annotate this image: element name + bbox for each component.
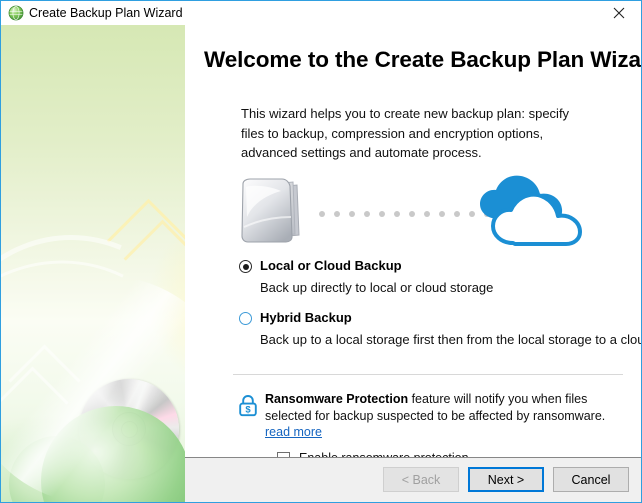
wizard-window: Create Backup Plan Wizard Welcome to the… bbox=[0, 0, 642, 503]
dot bbox=[394, 211, 400, 217]
ransomware-description: Ransomware Protection feature will notif… bbox=[265, 391, 633, 441]
wizard-banner-image bbox=[1, 25, 185, 502]
window-title: Create Backup Plan Wizard bbox=[29, 6, 183, 20]
option-description: Back up to a local storage first then fr… bbox=[260, 332, 642, 347]
option-label: Local or Cloud Backup bbox=[260, 258, 402, 273]
backup-type-options: Local or Cloud Backup Back up directly t… bbox=[239, 258, 642, 347]
dot bbox=[364, 211, 370, 217]
page-title: Welcome to the Create Backup Plan Wizard bbox=[204, 47, 642, 72]
wizard-footer: < Back Next > Cancel bbox=[185, 457, 641, 502]
dot bbox=[349, 211, 355, 217]
wizard-content: Welcome to the Create Backup Plan Wizard… bbox=[185, 25, 642, 465]
cloud-icon bbox=[475, 173, 583, 252]
folder-icon bbox=[237, 177, 313, 252]
option-hybrid-backup[interactable]: Hybrid Backup bbox=[239, 310, 639, 328]
cancel-button[interactable]: Cancel bbox=[553, 467, 629, 492]
radio-hybrid-backup[interactable] bbox=[239, 312, 252, 325]
option-description: Back up directly to local or cloud stora… bbox=[260, 280, 494, 295]
close-icon[interactable] bbox=[596, 1, 641, 25]
dot bbox=[454, 211, 460, 217]
ransomware-protection-section: $ Ransomware Protection feature will not… bbox=[237, 391, 633, 465]
dot bbox=[409, 211, 415, 217]
backup-flow-illustration bbox=[237, 173, 583, 251]
section-divider bbox=[233, 374, 623, 375]
option-local-or-cloud-backup[interactable]: Local or Cloud Backup bbox=[239, 258, 639, 276]
svg-text:$: $ bbox=[245, 404, 251, 415]
read-more-link[interactable]: read more bbox=[265, 425, 322, 439]
option-label: Hybrid Backup bbox=[260, 310, 352, 325]
dot bbox=[319, 211, 325, 217]
dot bbox=[334, 211, 340, 217]
next-button[interactable]: Next > bbox=[468, 467, 544, 492]
lock-dollar-icon: $ bbox=[237, 394, 259, 423]
dot bbox=[379, 211, 385, 217]
radio-local-or-cloud-backup[interactable] bbox=[239, 260, 252, 273]
ransomware-title: Ransomware Protection bbox=[265, 392, 409, 406]
intro-text: This wizard helps you to create new back… bbox=[241, 106, 570, 160]
title-bar: Create Backup Plan Wizard bbox=[1, 1, 641, 25]
dot bbox=[439, 211, 445, 217]
dot bbox=[424, 211, 430, 217]
back-button[interactable]: < Back bbox=[383, 467, 459, 492]
app-globe-icon bbox=[8, 5, 24, 21]
